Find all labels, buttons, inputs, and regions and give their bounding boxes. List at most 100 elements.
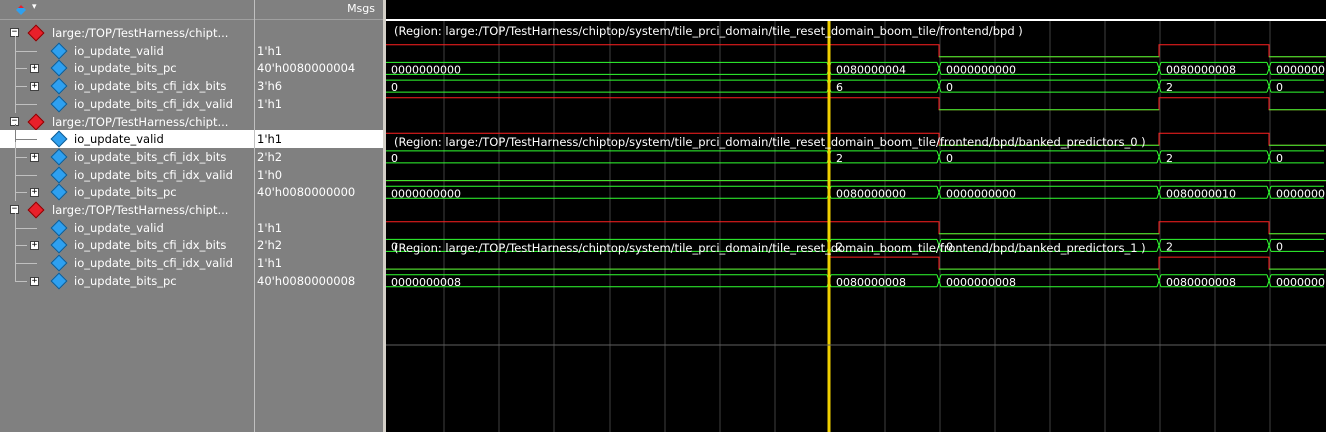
expand-icon[interactable]: + — [30, 241, 39, 251]
signal-row[interactable]: + io_update_bits_pc — [0, 265, 254, 290]
signal-icon — [50, 77, 68, 95]
bit-wave — [386, 97, 1326, 111]
signal-icon — [50, 148, 68, 166]
signal-name: io_update_bits_cfi_idx_valid — [74, 256, 233, 271]
bus-value: 2 — [1166, 152, 1173, 165]
signal-value: 2'h2 — [257, 149, 283, 164]
signal-name: io_update_valid — [74, 220, 164, 235]
signal-names-pane: ▾ − large:/TOP/TestHarness/chipt... io_upd… — [0, 0, 254, 432]
region-icon — [27, 113, 45, 130]
signal-name: io_update_valid — [74, 132, 164, 147]
signal-icon — [50, 95, 68, 113]
bus-value: 0000000000 — [391, 63, 461, 76]
region-label: (Region: large:/TOP/TestHarness/chiptop/… — [394, 135, 1146, 149]
group-row[interactable]: − large:/TOP/TestHarness/chipt... — [0, 201, 254, 219]
signal-value: 1'h1 — [257, 256, 283, 271]
signal-row[interactable]: io_update_bits_cfi_idx_valid — [0, 159, 254, 184]
bus-value: 0000000000 — [946, 63, 1016, 76]
expand-icon[interactable]: + — [30, 188, 39, 198]
bus-value: 0000000 — [1276, 63, 1325, 76]
bus-value: 0080000000 — [836, 187, 906, 200]
signal-name: io_update_valid — [74, 43, 164, 58]
signal-icon — [50, 272, 68, 290]
bus-value: 0 — [1276, 81, 1283, 94]
values-header: Msgs — [255, 0, 383, 20]
signal-icon — [50, 219, 68, 237]
signal-row[interactable]: + io_update_bits_pc — [0, 177, 254, 202]
chevron-down-icon[interactable]: ▾ — [32, 2, 37, 12]
waveform-pane[interactable]: 0000000000 0080000004 0000000000 0080000008… — [386, 0, 1326, 432]
bit-wave — [386, 221, 1326, 235]
signal-icon — [50, 166, 68, 184]
bus-value: 0 — [391, 152, 398, 165]
names-header: ▾ — [0, 0, 254, 20]
bus-value: 2 — [836, 152, 843, 165]
signal-row[interactable]: + io_update_bits_cfi_idx_bits — [0, 141, 254, 166]
region-label: (Region: large:/TOP/TestHarness/chiptop/… — [394, 24, 1023, 38]
bus-value: 0 — [391, 81, 398, 94]
signal-name: io_update_bits_cfi_idx_bits — [74, 79, 227, 94]
group-label: large:/TOP/TestHarness/chipt... — [52, 203, 229, 217]
signal-row[interactable]: io_update_valid — [0, 212, 254, 237]
signal-name: io_update_bits_cfi_idx_bits — [74, 238, 227, 253]
signal-name: io_update_bits_pc — [74, 273, 177, 288]
group-row[interactable]: − large:/TOP/TestHarness/chipt... — [0, 113, 254, 131]
bus-value: 0 — [1276, 240, 1283, 253]
signal-value: 1'h1 — [255, 130, 383, 149]
bus-value: 6 — [836, 81, 843, 94]
bit-wave — [386, 44, 1326, 58]
bus-value: 0000000008 — [946, 276, 1016, 289]
wave-viewer: ▾ − large:/TOP/TestHarness/chipt... io_upd… — [0, 0, 1326, 432]
signal-value: 1'h0 — [257, 167, 283, 182]
signal-value: 40'h0080000004 — [257, 61, 356, 76]
bus-value: 0000000 — [1276, 276, 1325, 289]
signal-row[interactable]: io_update_valid — [0, 124, 254, 149]
bus-value: 0 — [946, 81, 953, 94]
bus-value: 0000000 — [1276, 187, 1325, 200]
signal-row[interactable]: + io_update_bits_cfi_idx_bits — [0, 71, 254, 96]
signal-value — [255, 113, 383, 131]
bus-value: 2 — [1166, 81, 1173, 94]
signal-value: 2'h2 — [257, 238, 283, 253]
signal-icon — [50, 130, 68, 148]
signal-value: 1'h1 — [257, 96, 283, 111]
signal-row[interactable]: io_update_bits_cfi_idx_valid — [0, 88, 254, 113]
signal-values-pane: Msgs 1'h1 40'h0080000004 3'h6 1'h1 1'h1 2'h2 1… — [255, 0, 383, 432]
expand-icon[interactable]: + — [30, 82, 39, 92]
region-label: (Region: large:/TOP/TestHarness/chiptop/… — [394, 241, 1146, 255]
signal-value — [255, 24, 383, 42]
signal-name: io_update_bits_cfi_idx_valid — [74, 167, 233, 182]
bus-value: 0000000000 — [946, 187, 1016, 200]
region-icon — [27, 201, 45, 219]
bus-value: 0 — [1276, 152, 1283, 165]
bus-value: 0080000004 — [836, 63, 906, 76]
tree-icon[interactable] — [14, 3, 28, 15]
signal-row[interactable]: + io_update_bits_pc — [0, 53, 254, 78]
signal-value: 40'h0080000000 — [257, 185, 356, 200]
bus-value: 0080000008 — [836, 276, 906, 289]
signal-row[interactable]: + io_update_bits_cfi_idx_bits — [0, 230, 254, 255]
bus-value: 0080000010 — [1166, 187, 1236, 200]
bus-value: 0000000008 — [391, 276, 461, 289]
group-label: large:/TOP/TestHarness/chipt... — [52, 26, 229, 40]
signal-value: 1'h1 — [257, 43, 283, 58]
signal-row[interactable]: io_update_bits_cfi_idx_valid — [0, 248, 254, 273]
expand-icon[interactable]: + — [30, 64, 39, 74]
expand-icon[interactable]: + — [30, 276, 39, 286]
signal-icon — [50, 59, 68, 77]
signal-icon — [50, 183, 68, 201]
signal-name: io_update_bits_pc — [74, 61, 177, 76]
group-row[interactable]: − large:/TOP/TestHarness/chipt... — [0, 24, 254, 42]
bus-value: 0080000008 — [1166, 276, 1236, 289]
signal-row[interactable]: io_update_valid — [0, 35, 254, 60]
waveform-canvas[interactable]: 0000000000 0080000004 0000000000 0080000008… — [386, 0, 1326, 432]
expand-icon[interactable]: + — [30, 152, 39, 162]
bus-value: 0000000000 — [391, 187, 461, 200]
signal-name: io_update_bits_pc — [74, 185, 177, 200]
signal-icon — [50, 236, 68, 254]
signal-value: 40'h0080000008 — [257, 273, 356, 288]
signal-icon — [50, 254, 68, 272]
bus-value: 0080000008 — [1166, 63, 1236, 76]
group-label: large:/TOP/TestHarness/chipt... — [52, 114, 229, 129]
signal-value — [255, 201, 383, 219]
